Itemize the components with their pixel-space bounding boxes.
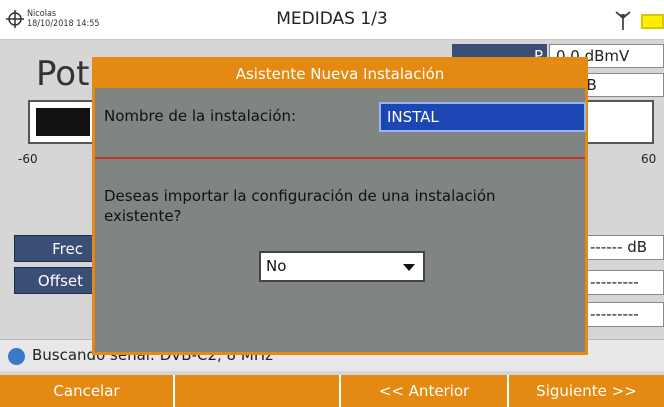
- previous-button[interactable]: << Anterior: [341, 375, 509, 407]
- level-meter-right: [584, 100, 654, 144]
- frec-button[interactable]: Frec: [14, 235, 94, 262]
- empty-softkey[interactable]: [175, 375, 341, 407]
- axis-min: -60: [18, 152, 38, 166]
- dialog-divider: [95, 157, 585, 159]
- value-db: ------ dB: [583, 235, 664, 260]
- softkey-bar: Cancelar << Anterior Siguiente >>: [0, 375, 664, 407]
- import-select-value: No: [266, 257, 287, 275]
- page-title: MEDIDAS 1/3: [276, 9, 388, 29]
- import-question: Deseas importar la configuración de una …: [104, 187, 496, 225]
- search-icon: [8, 348, 25, 365]
- antenna-icon: [615, 11, 631, 30]
- meter-bar: [36, 108, 90, 136]
- value-offset: ---------: [583, 270, 664, 295]
- offset-button[interactable]: Offset: [14, 267, 94, 294]
- name-label: Nombre de la instalación:: [104, 107, 297, 125]
- cancel-button[interactable]: Cancelar: [0, 375, 175, 407]
- axis-max: 60: [641, 152, 657, 166]
- status-bar: Nicolas 18/10/2018 14:55 MEDIDAS 1/3: [0, 0, 664, 40]
- next-button[interactable]: Siguiente >>: [509, 375, 664, 407]
- battery-icon: [641, 14, 664, 29]
- new-installation-dialog: Asistente Nueva Instalación Nombre de la…: [92, 57, 588, 355]
- installation-name-input[interactable]: INSTAL: [379, 102, 586, 132]
- dialog-title: Asistente Nueva Instalación: [95, 60, 585, 88]
- measure-label: Pot: [36, 54, 90, 94]
- value-extra: ---------: [583, 302, 664, 327]
- chevron-down-icon: [403, 264, 415, 271]
- level-meter: [28, 100, 98, 144]
- import-select[interactable]: No: [259, 251, 425, 282]
